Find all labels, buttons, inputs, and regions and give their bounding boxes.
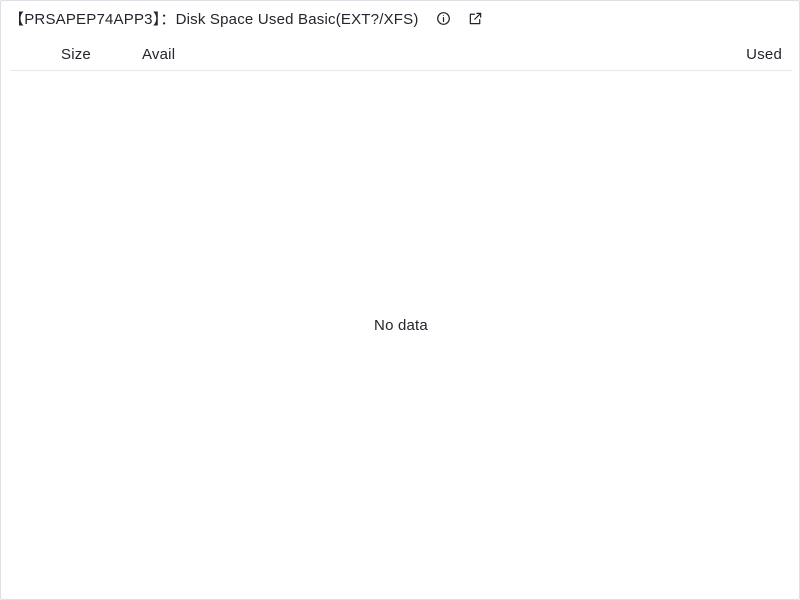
empty-state-message: No data (374, 317, 428, 334)
external-link-icon[interactable] (465, 7, 487, 29)
info-icon[interactable] (433, 7, 455, 29)
column-header-avail[interactable]: Avail (142, 46, 175, 63)
column-header-size[interactable]: Size (61, 46, 91, 63)
panel-header: 【PRSAPEP74APP3】：Disk Space Used Basic(EX… (9, 7, 487, 29)
disk-space-panel: 【PRSAPEP74APP3】：Disk Space Used Basic(EX… (0, 0, 800, 600)
column-header-used[interactable]: Used (746, 46, 782, 63)
table-header: Size Avail Used (10, 41, 792, 71)
panel-title: 【PRSAPEP74APP3】：Disk Space Used Basic(EX… (9, 10, 419, 28)
